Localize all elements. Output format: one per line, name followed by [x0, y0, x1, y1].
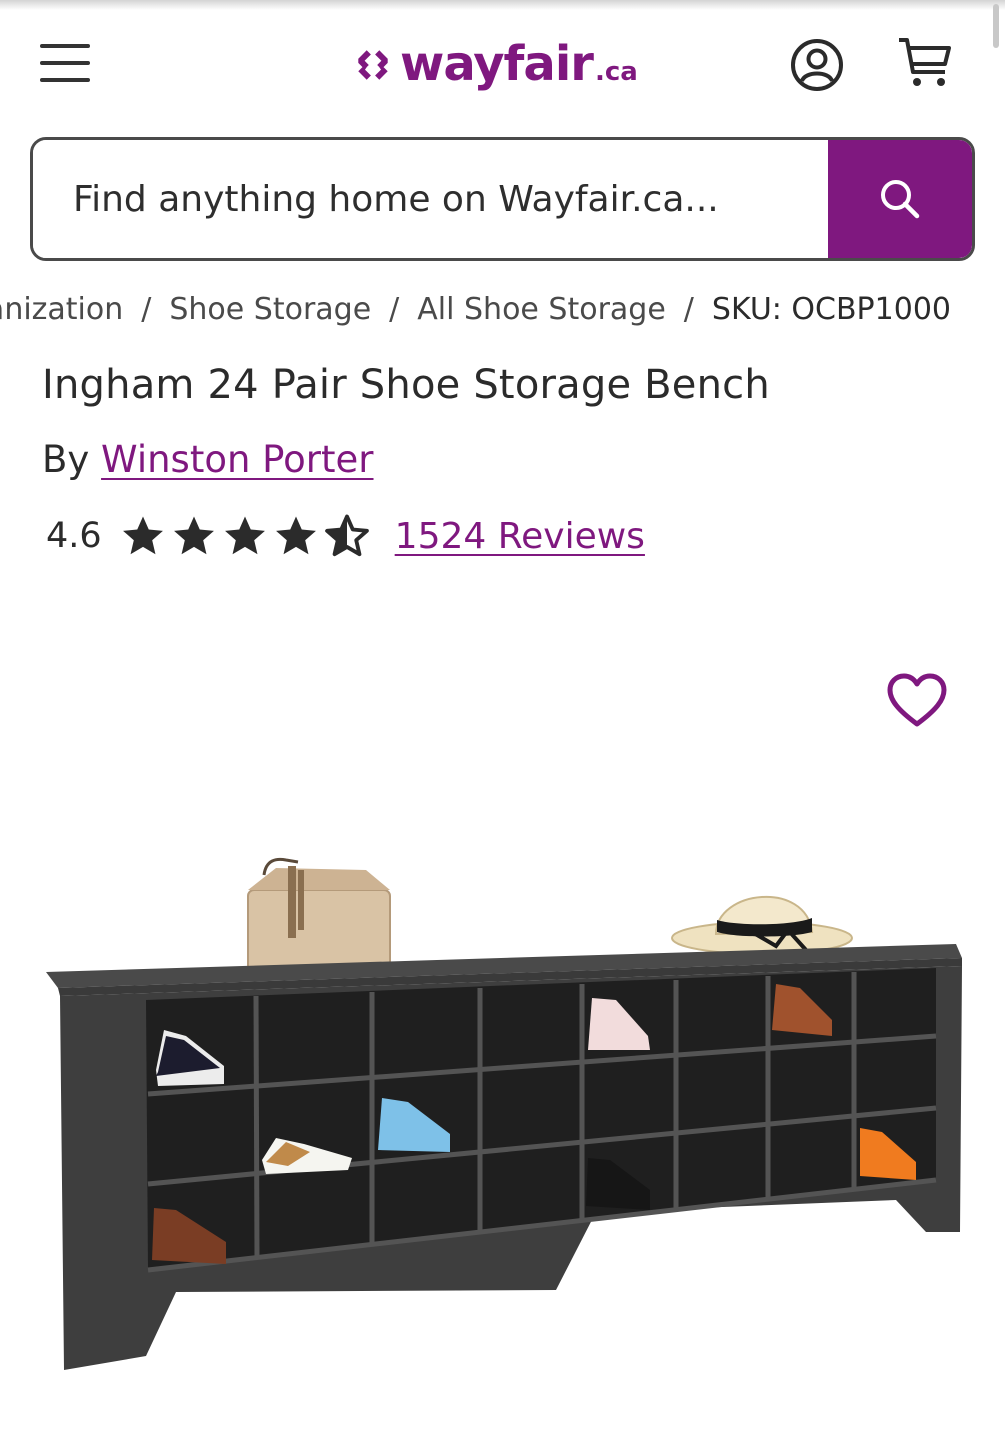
byline: By Winston Porter [42, 438, 374, 481]
star-half-icon [324, 514, 369, 557]
rating-value: 4.6 [46, 516, 102, 556]
search-icon [881, 180, 920, 219]
breadcrumb: Storage & Organization / Shoe Storage / … [0, 290, 1005, 334]
heart-outline-icon[interactable] [886, 672, 948, 730]
hamburger-menu-icon[interactable] [38, 42, 92, 84]
rating-row: 4.6 1524 Reviews [46, 510, 645, 562]
account-icon[interactable] [789, 37, 845, 93]
star-full-icon [173, 516, 214, 555]
product-title: Ingham 24 Pair Shoe Storage Bench [42, 362, 770, 408]
search-input[interactable] [33, 140, 828, 258]
reviews-link[interactable]: 1524 Reviews [395, 516, 645, 557]
search-bar [30, 137, 975, 261]
star-full-icon [122, 516, 163, 555]
breadcrumb-item-all-shoe-storage[interactable]: All Shoe Storage [417, 292, 666, 327]
hat-illustration [671, 896, 853, 955]
handbag-illustration [247, 857, 391, 973]
cart-icon[interactable] [895, 34, 955, 92]
breadcrumb-item-shoe-storage[interactable]: Shoe Storage [169, 292, 371, 327]
breadcrumb-separator: / [683, 292, 694, 327]
wayfair-logo[interactable]: wayfair .ca [352, 30, 638, 100]
breadcrumb-item-storage-organization[interactable]: Storage & Organization [0, 292, 123, 327]
breadcrumb-separator: / [389, 292, 400, 327]
scrollbar[interactable] [993, 4, 999, 48]
star-full-icon [224, 516, 265, 555]
by-label: By [42, 438, 90, 481]
logo-tld: .ca [594, 57, 638, 87]
logo-pinwheel-icon [358, 50, 388, 80]
brand-link[interactable]: Winston Porter [101, 438, 373, 481]
breadcrumb-separator: / [141, 292, 152, 327]
search-button[interactable] [828, 140, 972, 258]
star-full-icon [275, 516, 316, 555]
breadcrumb-current-sku: SKU: OCBP1000 [711, 292, 951, 327]
logo-text: wayfair [400, 36, 594, 92]
product-page: wayfair .ca Storage & Organization [0, 0, 1005, 1440]
star-rating [120, 513, 375, 559]
top-shadow [0, 0, 1005, 10]
product-image[interactable] [36, 840, 976, 1400]
